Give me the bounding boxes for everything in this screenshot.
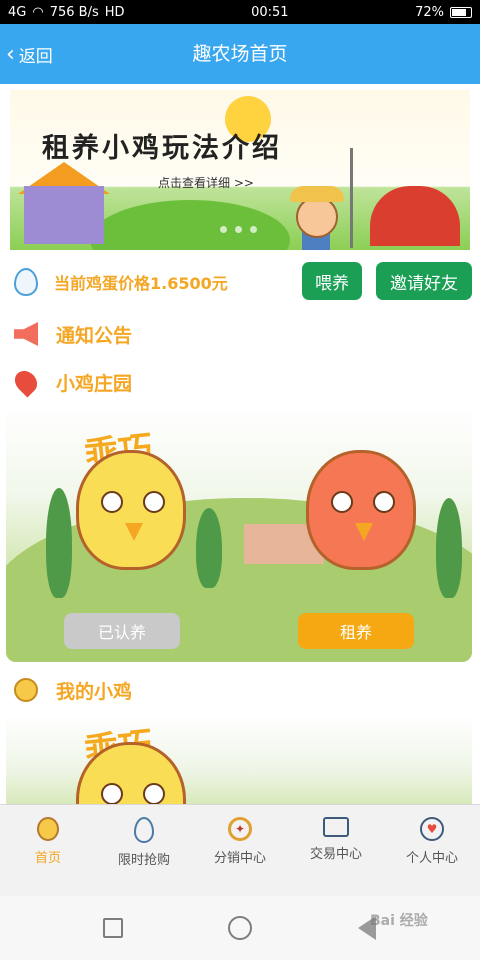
net-speed: 756 B/s [49,4,99,20]
tab-trade[interactable]: 交易中心 [288,805,384,896]
farmer-hat-illustration [290,186,344,202]
promo-banner[interactable]: 租养小鸡玩法介绍 点击查看详细 >> [10,90,470,250]
carousel-dot[interactable] [220,226,227,233]
clock: 00:51 [251,4,289,20]
signal-indicator: 4G [8,4,27,20]
tab-home[interactable]: 首页 [0,805,96,896]
chick-eye [101,783,123,805]
tab-label: 限时抢购 [117,853,170,868]
chick-eye [331,491,353,513]
my-chicken-heading: 我的小鸡 [0,672,480,708]
tree-illustration [436,498,462,598]
banner-subtext[interactable]: 点击查看详细 >> [158,174,254,191]
bottom-tab-bar: 首页 限时抢购 ✦ 分销中心 交易中心 ♥ 个人中心 [0,804,480,896]
house-illustration [24,186,104,244]
mail-icon [323,817,349,837]
location-pin-icon [10,366,42,398]
chicken-farm-card: 乖巧 已认养 租养 [6,408,472,662]
barn-illustration [370,186,460,246]
banner-headline: 租养小鸡玩法介绍 [42,133,282,164]
tab-distribution[interactable]: ✦ 分销中心 [192,805,288,896]
megaphone-icon [14,322,38,346]
hd-indicator: HD [104,4,125,20]
chick-icon [37,817,59,841]
egg-price-text: 当前鸡蛋价格1.6500元 [54,274,228,293]
wifi-icon: ◠ [32,4,44,20]
chick-beak [125,523,143,541]
pitchfork-illustration [350,148,353,248]
tab-label: 首页 [34,851,61,866]
rent-button[interactable]: 租养 [298,613,414,649]
yellow-chick-illustration[interactable] [76,450,186,570]
carousel-dots [220,226,257,233]
hill-illustration [90,200,290,250]
farm-section-heading: 小鸡庄园 [0,364,480,400]
red-chick-illustration[interactable] [306,450,416,570]
notice-label: 通知公告 [56,325,133,347]
chick-eye [101,491,123,513]
battery-icon [450,6,472,18]
tab-flash-sale[interactable]: 限时抢购 [96,805,192,896]
tab-label: 交易中心 [309,847,362,862]
egg-icon [134,817,154,843]
watermark: Bai 经验 [370,913,428,929]
tab-label: 个人中心 [405,851,458,866]
farm-label: 小鸡庄园 [56,373,133,395]
notice-section[interactable]: 通知公告 [0,316,480,352]
status-bar: 4G ◠ 756 B/s HD 00:51 72% [0,0,480,24]
chick-eye [143,783,165,805]
medal-icon: ✦ [228,817,252,841]
farmer-head-illustration [296,196,338,238]
chick-eye [143,491,165,513]
home-button[interactable] [228,916,252,940]
battery-level: 72% [415,4,444,20]
heart-bubble-icon: ♥ [420,817,444,841]
chick-icon [14,678,38,702]
tree-illustration [196,508,222,588]
tree-illustration [46,488,72,598]
invite-friends-button[interactable]: 邀请好友 [376,262,472,300]
title-bar: ‹ 返回 趣农场首页 [0,24,480,84]
tab-label: 分销中心 [213,851,266,866]
tab-profile[interactable]: ♥ 个人中心 [384,805,480,896]
egg-price-row: 当前鸡蛋价格1.6500元 喂养 邀请好友 [0,258,480,304]
recents-button[interactable] [103,918,123,938]
page-title: 趣农场首页 [192,43,288,65]
chick-eye [373,491,395,513]
adopted-button[interactable]: 已认养 [64,613,180,649]
chick-beak [355,523,373,541]
carousel-dot[interactable] [235,226,242,233]
my-chicken-label: 我的小鸡 [56,681,133,703]
egg-icon [14,268,38,296]
my-chicken-card[interactable]: 乖巧 [6,716,472,806]
carousel-dot[interactable] [250,226,257,233]
feed-button[interactable]: 喂养 [302,262,362,300]
